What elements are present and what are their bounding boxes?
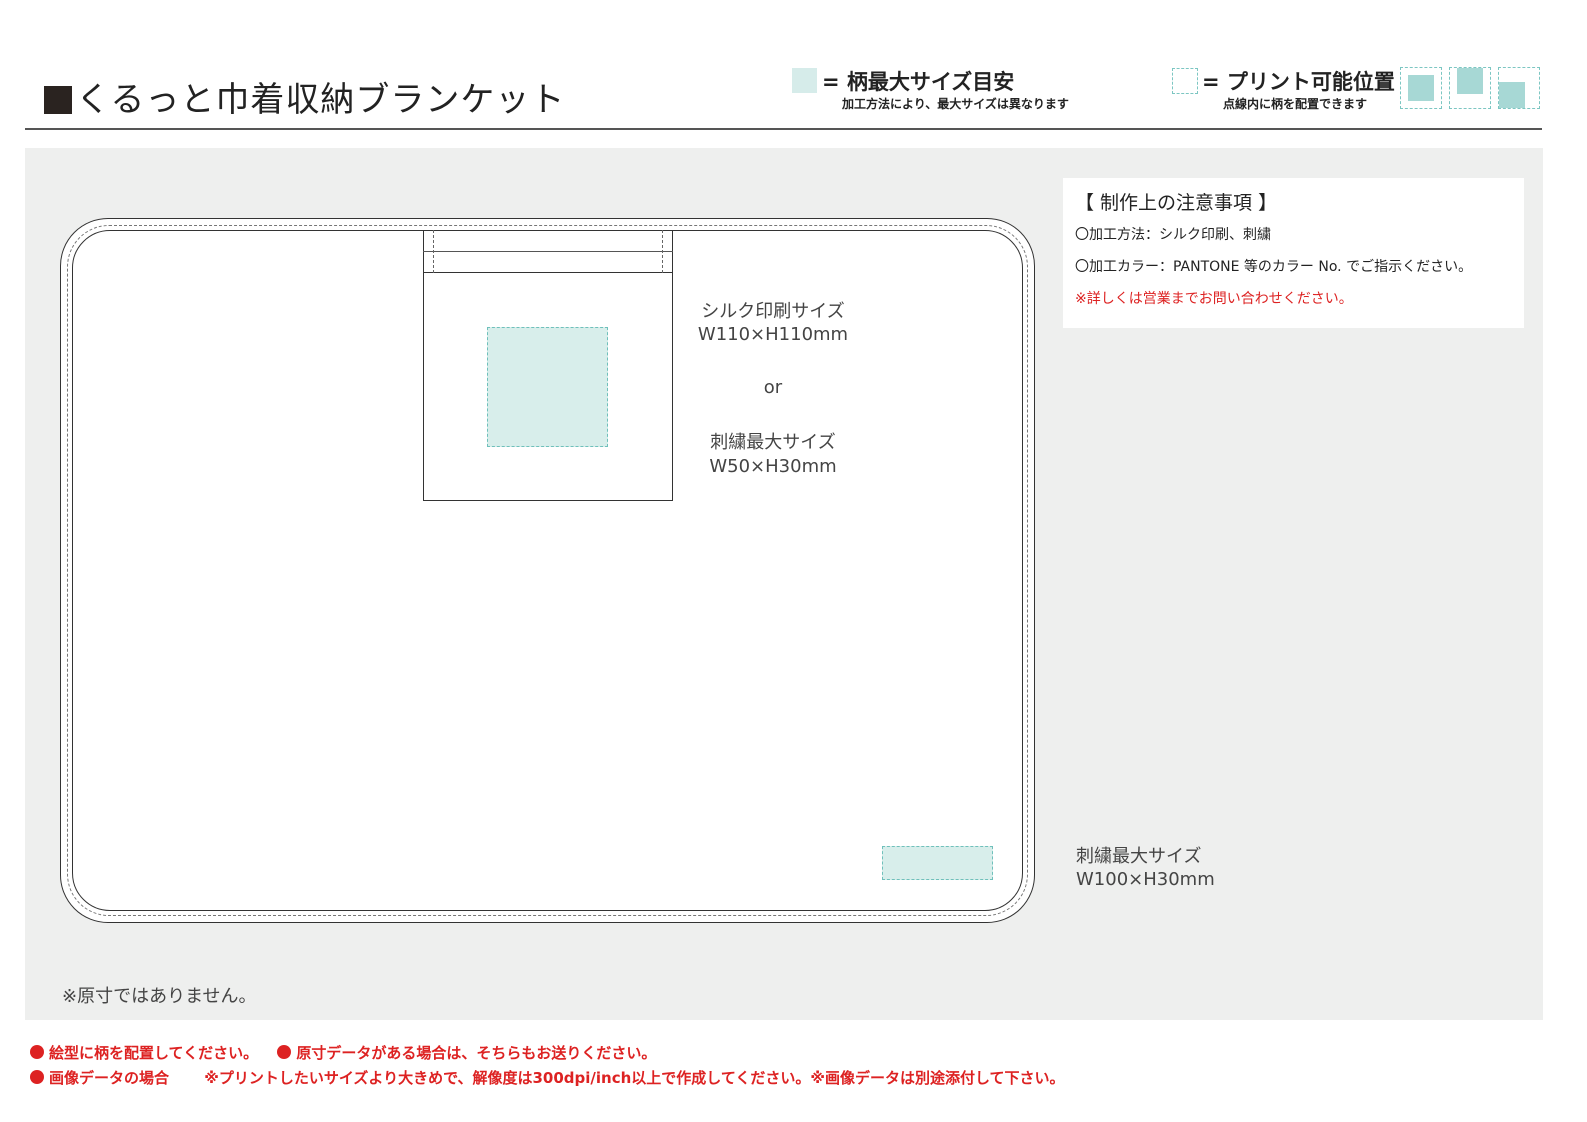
notes-line-color: 〇加工カラー：PANTONE 等のカラー No. でご指示ください。 [1075, 259, 1473, 275]
max-size-swatch-icon [792, 68, 817, 93]
pocket-emb-size: W50×H30mm [709, 456, 837, 477]
position-top-icon [1449, 67, 1491, 109]
position-center-icon [1400, 67, 1442, 109]
bullet-icon [30, 1045, 44, 1059]
footer-original-data: 原寸データがある場合は、そちらもお送りください。 [296, 1044, 657, 1062]
bullet-icon [30, 1070, 44, 1084]
pocket-stitch-right [662, 230, 663, 273]
legend-print-position-note: 点線内に柄を配置できます [1223, 97, 1368, 111]
silk-size-value: W110×H110mm [697, 324, 849, 345]
title-square-icon [44, 86, 72, 114]
notes-title: 【 制作上の注意事項 】 [1075, 192, 1278, 214]
legend-print-position-label: = プリント可能位置 [1202, 70, 1395, 94]
legend-max-size-note: 加工方法により、最大サイズは異なります [842, 97, 1069, 111]
pocket-stitch-left [433, 230, 434, 273]
corner-embroidery-area[interactable] [882, 846, 993, 880]
footer-row-2: 画像データの場合 ※プリントしたいサイズより大きめで、解像度は300dpi/in… [30, 1067, 1065, 1088]
notes-line-method: 〇加工方法：シルク印刷、刺繍 [1075, 227, 1271, 243]
footer-row-1: 絵型に柄を配置してください。 原寸データがある場合は、そちらもお送りください。 [30, 1042, 656, 1063]
page-title: くるっと巾着収納ブランケット [44, 72, 565, 121]
pocket-print-area[interactable] [487, 327, 608, 447]
not-actual-size-note: ※原寸ではありません。 [62, 986, 257, 1007]
corner-emb-size: W100×H30mm [1076, 869, 1215, 890]
page-title-text: くるっと巾着収納ブランケット [76, 80, 566, 120]
header-divider [25, 128, 1542, 130]
legend-max-size-label: = 柄最大サイズ目安 [822, 70, 1015, 94]
pocket-band [423, 251, 673, 273]
bullet-icon [277, 1045, 292, 1059]
print-position-swatch-icon [1172, 68, 1198, 94]
corner-emb-label: 刺繍最大サイズ [1076, 846, 1202, 867]
footer-place-pattern: 絵型に柄を配置してください。 [49, 1044, 259, 1062]
notes-warning: ※詳しくは営業までお問い合わせください。 [1075, 291, 1353, 307]
or-label: or [763, 377, 783, 398]
pocket-emb-label: 刺繍最大サイズ [710, 432, 836, 453]
position-bottom-icon [1498, 67, 1540, 109]
production-notes: 【 制作上の注意事項 】 〇加工方法：シルク印刷、刺繍 〇加工カラー：PANTO… [1063, 178, 1524, 328]
silk-size-label: シルク印刷サイズ [701, 301, 845, 322]
footer-resolution-note: ※プリントしたいサイズより大きめで、解像度は300dpi/inch以上で作成して… [204, 1069, 1065, 1087]
footer-image-data: 画像データの場合 [49, 1069, 170, 1087]
